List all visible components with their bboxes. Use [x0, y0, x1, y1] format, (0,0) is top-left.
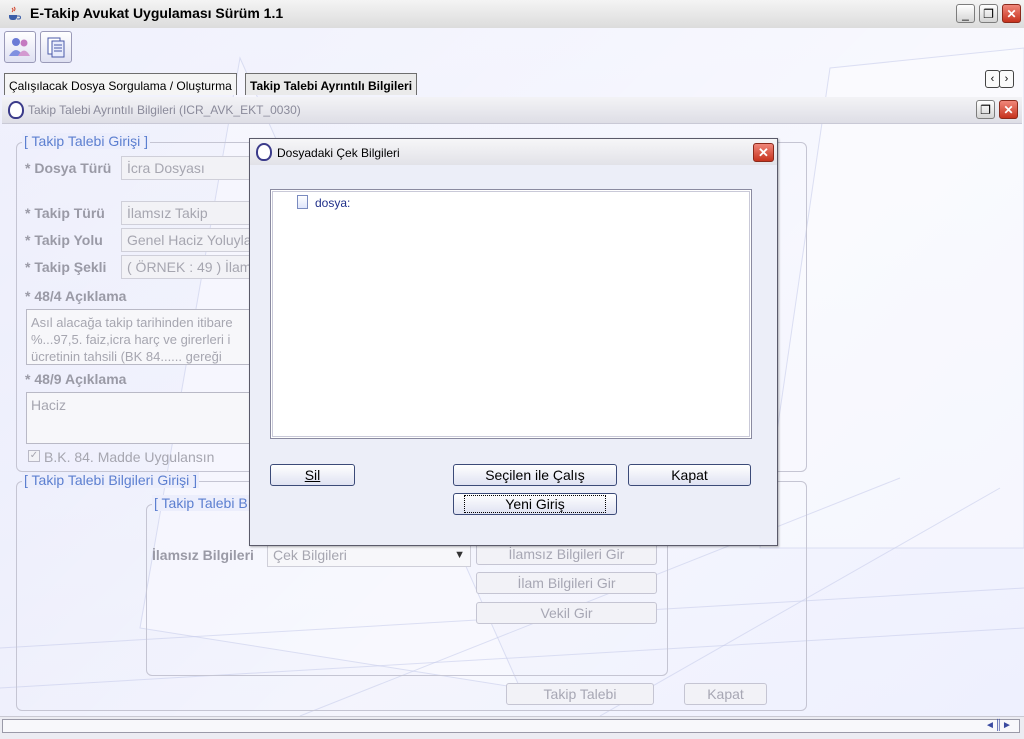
java-cup-icon — [6, 6, 22, 22]
documents-icon — [47, 37, 65, 58]
dialog-logo-icon — [256, 143, 272, 161]
ilamsiz-select-value: Çek Bilgileri — [273, 547, 347, 563]
takip-talebi-button[interactable]: Takip Talebi — [506, 683, 654, 705]
cek-tree-view[interactable]: dosya: — [270, 189, 752, 439]
cek-bilgileri-dialog: Dosyadaki Çek Bilgileri ✕ dosya: Sil Seç… — [249, 138, 778, 546]
aciklama-484-line2: %...97,5. faiz,icra harç ve girerleri i — [31, 332, 231, 347]
connection-indicator-icon: ◄║► — [985, 720, 1012, 731]
tab-next-button[interactable]: › — [999, 70, 1014, 88]
takip-turu-field[interactable]: İlamsız Takip — [121, 201, 256, 225]
aciklama-489-label: * 48/9 Açıklama — [25, 371, 127, 387]
close-button[interactable]: ✕ — [1002, 4, 1021, 23]
inner-close-button[interactable]: ✕ — [999, 100, 1018, 119]
form-kapat-button[interactable]: Kapat — [684, 683, 767, 705]
ilam-bilgileri-gir-button[interactable]: İlam Bilgileri Gir — [476, 572, 657, 594]
ilamsiz-bilgileri-gir-button[interactable]: İlamsız Bilgileri Gir — [476, 543, 657, 565]
users-icon — [9, 38, 30, 56]
dialog-title-bar: Dosyadaki Çek Bilgileri ✕ — [250, 139, 777, 166]
window-title: E-Takip Avukat Uygulaması Sürüm 1.1 — [30, 5, 284, 21]
tab-prev-button[interactable]: ‹ — [985, 70, 1000, 88]
dialog-kapat-button[interactable]: Kapat — [628, 464, 751, 486]
status-field — [2, 719, 1020, 733]
yeni-giris-button[interactable]: Yeni Giriş — [453, 493, 617, 515]
dosya-turu-label: * Dosya Türü — [25, 160, 112, 176]
minimize-button[interactable]: _ — [956, 4, 975, 23]
takip-yolu-field[interactable]: Genel Haciz Yoluyla — [121, 228, 256, 252]
app-title-bar: E-Takip Avukat Uygulaması Sürüm 1.1 _ ❐ … — [0, 0, 1024, 29]
maximize-button[interactable]: ❐ — [979, 4, 998, 23]
vekil-gir-button[interactable]: Vekil Gir — [476, 602, 657, 624]
tab-takip-talebi-ayrintili[interactable]: Takip Talebi Ayrıntılı Bilgileri — [245, 73, 418, 95]
dialog-title: Dosyadaki Çek Bilgileri — [277, 146, 400, 160]
tab-dosya-sorgulama[interactable]: Çalışılacak Dosya Sorgulama / Oluşturma — [4, 73, 237, 95]
bk84-checkbox[interactable]: ✓ — [28, 450, 40, 462]
tree-inner-border — [272, 191, 750, 437]
dialog-content: dosya: Sil Seçilen ile Çalış Kapat Yeni … — [250, 165, 777, 545]
tree-item-dosya[interactable]: dosya: — [315, 196, 350, 210]
takip-yolu-label: * Takip Yolu — [25, 232, 103, 248]
frame-logo-icon — [8, 101, 24, 119]
section-title-takip-talebi-bilgileri: [ Takip Talebi Bilgileri Girişi ] — [22, 472, 199, 488]
subsection-title: [ Takip Talebi B — [152, 495, 250, 511]
takip-sekli-label: * Takip Şekli — [25, 259, 107, 275]
status-bar: ◄║► — [0, 716, 1024, 739]
aciklama-484-label: * 48/4 Açıklama — [25, 288, 127, 304]
ilamsiz-bilgileri-select[interactable]: Çek Bilgileri ▼ — [267, 543, 471, 567]
dosya-turu-field[interactable]: İcra Dosyası — [121, 156, 256, 180]
sil-button-label: Sil — [304, 467, 321, 483]
aciklama-489-textarea[interactable]: Haciz — [26, 392, 256, 444]
documents-button[interactable] — [40, 31, 72, 63]
ilamsiz-bilgileri-label: İlamsız Bilgileri — [152, 547, 254, 563]
sil-button[interactable]: Sil — [270, 464, 355, 486]
inner-frame-title: Takip Talebi Ayrıntılı Bilgileri (ICR_AV… — [28, 103, 301, 117]
users-button[interactable] — [4, 31, 36, 63]
secilen-ile-calis-button[interactable]: Seçilen ile Çalış — [453, 464, 617, 486]
bk84-label: B.K. 84. Madde Uygulansın — [44, 449, 215, 465]
aciklama-484-line1: Asıl alacağa takip tarihinden itibare — [31, 315, 233, 330]
section-title-takip-talebi-girisi: [ Takip Talebi Girişi ] — [22, 133, 150, 149]
aciklama-484-line3: ücretinin tahsili (BK 84...... gereği — [31, 349, 222, 364]
dialog-close-button[interactable]: ✕ — [753, 143, 774, 162]
takip-turu-label: * Takip Türü — [25, 205, 105, 221]
inner-restore-button[interactable]: ❐ — [976, 100, 995, 119]
takip-sekli-field[interactable]: ( ÖRNEK : 49 ) İlam — [121, 255, 256, 279]
aciklama-484-textarea[interactable]: Asıl alacağa takip tarihinden itibare %.… — [26, 309, 256, 365]
chevron-down-icon: ▼ — [454, 549, 465, 561]
inner-frame-title-bar: Takip Talebi Ayrıntılı Bilgileri (ICR_AV… — [2, 97, 1022, 124]
file-icon — [297, 195, 308, 209]
yeni-giris-label: Yeni Giriş — [464, 495, 606, 513]
